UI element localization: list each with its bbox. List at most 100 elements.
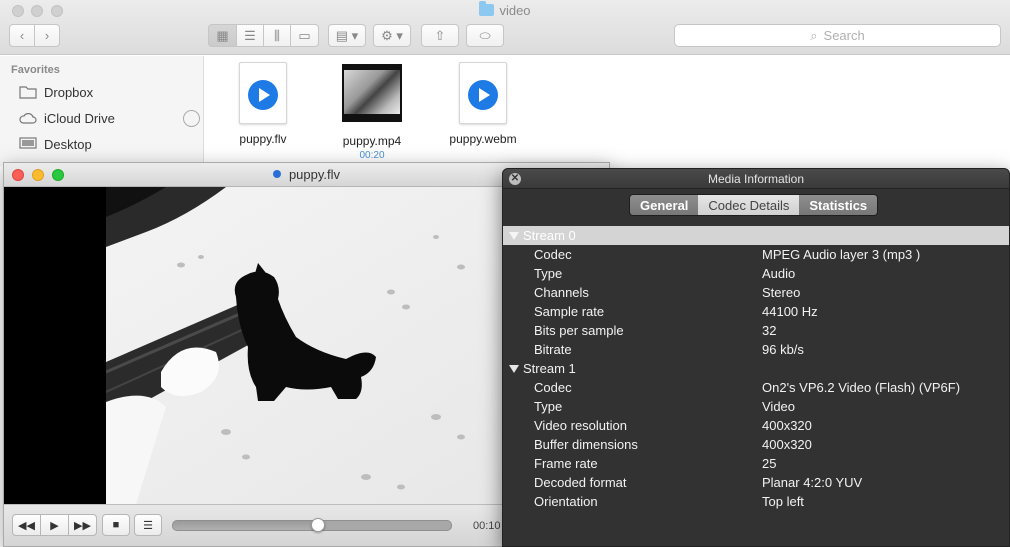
sidebar-item-icloud-drive[interactable]: iCloud Drive <box>19 108 115 128</box>
action-button[interactable]: ⚙ ▾ <box>373 24 411 47</box>
gallery-view-button[interactable]: ▭ <box>290 24 319 47</box>
property-row: Codec On2's VP6.2 Video (Flash) (VP6F) <box>503 378 1009 397</box>
video-thumbnail <box>342 64 402 122</box>
playlist-icon: ☰ <box>143 519 153 532</box>
gear-icon: ⚙ ▾ <box>381 27 403 43</box>
property-key: Frame rate <box>534 456 598 471</box>
property-key: Bitrate <box>534 342 572 357</box>
play-button[interactable]: ▶ <box>40 514 69 536</box>
property-value: Planar 4:2:0 YUV <box>762 475 863 490</box>
sidebar-heading: Favorites <box>11 64 60 76</box>
folder-icon <box>479 1 495 16</box>
property-value: Stereo <box>762 285 801 300</box>
stop-icon: ■ <box>112 519 120 531</box>
document-icon <box>272 170 281 178</box>
file-name: puppy.webm <box>449 132 517 146</box>
play-icon <box>468 80 498 110</box>
property-value: 44100 Hz <box>762 304 818 319</box>
grid-icon: ▦ <box>216 27 229 43</box>
playlist-button[interactable]: ☰ <box>134 514 162 536</box>
play-icon <box>248 80 278 110</box>
property-value: Video <box>762 399 796 414</box>
property-row: Type Audio <box>503 264 1009 283</box>
property-row: Sample rate 44100 Hz <box>503 302 1009 321</box>
file-name: puppy.mp4 <box>342 134 402 148</box>
stream-name: Stream 0 <box>523 228 576 243</box>
property-value: 96 kb/s <box>762 342 804 357</box>
tag-icon: ⬭ <box>479 27 491 43</box>
sidebar-item-label: Dropbox <box>44 84 94 100</box>
property-value: 25 <box>762 456 777 471</box>
icon-view-button[interactable]: ▦ <box>208 24 237 47</box>
tab-codec-details[interactable]: Codec Details <box>698 195 800 215</box>
tab-general[interactable]: General <box>630 195 699 215</box>
rewind-button[interactable]: ◀◀ <box>12 514 41 536</box>
forward-button[interactable]: › <box>34 24 60 47</box>
video-file-icon <box>239 62 287 124</box>
video-file-icon <box>459 62 507 124</box>
play-icon: ▶ <box>50 519 59 532</box>
property-key: Channels <box>534 285 589 300</box>
file-duration: 00:20 <box>359 150 385 161</box>
media-information-panel: ✕ Media Information General Codec Detail… <box>502 168 1010 547</box>
property-value: Audio <box>762 266 796 281</box>
back-button[interactable]: ‹ <box>9 24 35 47</box>
gallery-icon: ▭ <box>298 27 311 43</box>
tab-bar: General Codec Details Statistics <box>629 194 879 216</box>
finder-toolbar: video ‹ › ▦ ☰ ⫼ ▭ ▤ ▾ ⚙ ▾ ⇧ ⬭ ⌕ Search <box>0 0 1010 55</box>
file-item[interactable]: puppy.flv <box>208 62 318 146</box>
codec-details-list: Stream 0 Codec MPEG Audio layer 3 (mp3 ) … <box>503 226 1009 511</box>
folder-icon <box>19 85 37 99</box>
search-field[interactable]: ⌕ Search <box>674 24 1001 47</box>
sidebar-item-dropbox[interactable]: Dropbox <box>19 82 93 102</box>
stream-header[interactable]: Stream 0 <box>503 226 1009 245</box>
window-title-text: video <box>499 3 531 18</box>
property-value: On2's VP6.2 Video (Flash) (VP6F) <box>762 380 961 395</box>
chevron-left-icon: ‹ <box>19 28 25 43</box>
progress-knob[interactable] <box>310 518 325 532</box>
file-item[interactable]: puppy.webm <box>428 62 538 146</box>
property-row: Decoded format Planar 4:2:0 YUV <box>503 473 1009 492</box>
search-icon: ⌕ <box>810 27 818 43</box>
list-view-button[interactable]: ☰ <box>236 24 264 47</box>
property-key: Codec <box>534 247 572 262</box>
property-value: 400x320 <box>762 437 812 452</box>
property-key: Buffer dimensions <box>534 437 638 452</box>
property-row: Type Video <box>503 397 1009 416</box>
progress-fill <box>173 521 318 530</box>
property-key: Video resolution <box>534 418 627 433</box>
property-row: Orientation Top left <box>503 492 1009 511</box>
rewind-icon: ◀◀ <box>18 519 35 532</box>
stream-header[interactable]: Stream 1 <box>503 359 1009 378</box>
file-item[interactable]: puppy.mp4 00:20 <box>317 60 427 161</box>
tab-statistics[interactable]: Statistics <box>799 195 878 215</box>
property-row: Video resolution 400x320 <box>503 416 1009 435</box>
tag-button[interactable]: ⬭ <box>466 24 504 47</box>
columns-icon: ⫼ <box>274 27 280 43</box>
property-row: Channels Stereo <box>503 283 1009 302</box>
share-button[interactable]: ⇧ <box>421 24 459 47</box>
disclosure-triangle-icon <box>509 231 519 240</box>
property-value: Top left <box>762 494 804 509</box>
search-placeholder: Search <box>823 28 865 43</box>
property-value: 400x320 <box>762 418 812 433</box>
stop-button[interactable]: ■ <box>102 514 130 536</box>
arrange-button[interactable]: ▤ ▾ <box>328 24 366 47</box>
property-key: Sample rate <box>534 304 605 319</box>
property-row: Bits per sample 32 <box>503 321 1009 340</box>
share-icon: ⇧ <box>434 27 446 43</box>
sidebar-item-label: iCloud Drive <box>44 110 115 126</box>
panel-titlebar: ✕ Media Information <box>503 169 1009 189</box>
sidebar-item-desktop[interactable]: Desktop <box>19 134 92 154</box>
property-key: Orientation <box>534 494 598 509</box>
property-key: Type <box>534 399 563 414</box>
fast-forward-button[interactable]: ▶▶ <box>68 514 97 536</box>
chevron-right-icon: › <box>44 28 50 43</box>
player-title-text: puppy.flv <box>288 167 341 182</box>
stream-name: Stream 1 <box>523 361 576 376</box>
time-label: 00:10 <box>473 520 501 532</box>
property-row: Frame rate 25 <box>503 454 1009 473</box>
property-value: 32 <box>762 323 777 338</box>
column-view-button[interactable]: ⫼ <box>263 24 291 47</box>
window-title: video <box>0 1 1010 18</box>
